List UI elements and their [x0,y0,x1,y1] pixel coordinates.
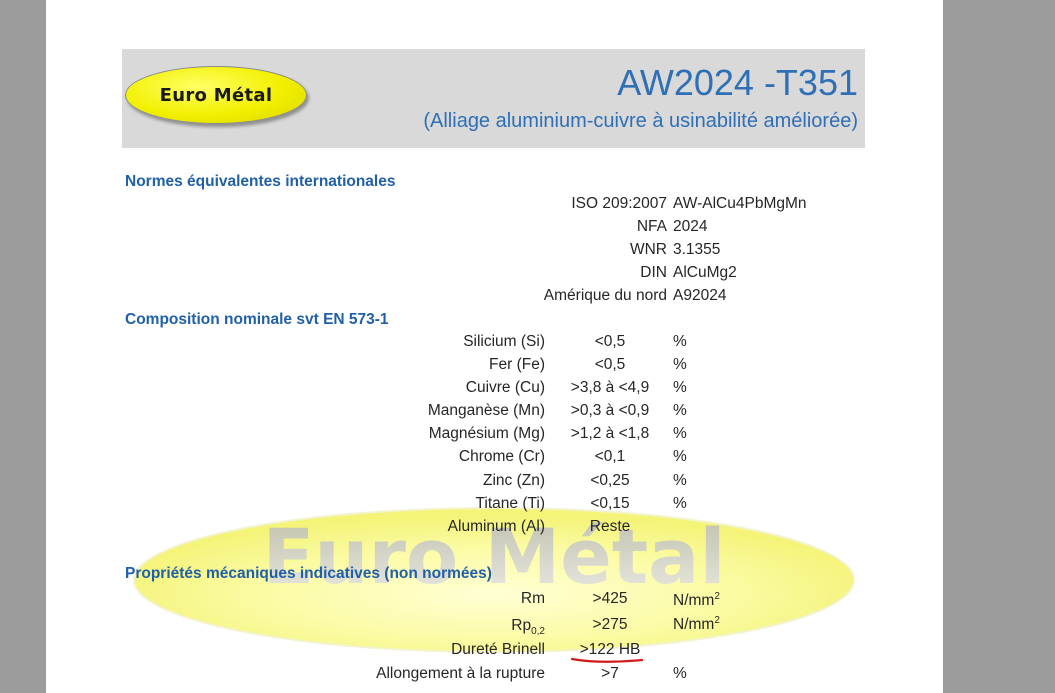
element-unit: % [673,356,687,373]
rm-unit-exponent: 2 [714,591,720,602]
rm-unit: N/mm2 [673,591,720,610]
norme-value: 2024 [673,218,708,235]
element-label: Silicium (Si) [463,333,545,350]
document-page: Euro Métal Euro Métal AW2024 -T351 (Alli… [46,0,943,693]
element-label: Fer (Fe) [489,356,545,373]
element-label: Magnésium (Mg) [428,425,545,442]
element-unit: % [673,402,687,419]
element-value: >1,2 à <1,8 [570,425,650,442]
norme-label: WNR [629,241,667,258]
norme-label: ISO 209:2007 [571,195,667,212]
element-label: Aluminum (Al) [447,518,545,535]
allongement-unit: % [673,665,687,682]
allongement-value: >7 [601,665,619,682]
element-value: <0,25 [590,472,630,489]
element-unit: % [673,495,687,512]
brinell-value: >122 HB [579,641,641,658]
rm-label: Rm [520,590,545,607]
heading-mecanique: Propriétés mécaniques indicatives (non n… [125,565,492,582]
element-unit: % [673,448,687,465]
norme-label: Amérique du nord [543,287,667,304]
rm-value: >425 [592,590,628,607]
element-unit: % [673,333,687,350]
euro-metal-logo: Euro Métal [125,66,307,124]
element-label: Manganèse (Mn) [427,402,545,419]
norme-value: 3.1355 [673,241,721,258]
element-label: Zinc (Zn) [483,472,545,489]
heading-normes: Normes équivalentes internationales [125,173,396,190]
norme-label: NFA [636,218,667,235]
element-unit: % [673,379,687,396]
element-value: <0,15 [590,495,630,512]
element-unit: % [673,472,687,489]
norme-value: A92024 [673,287,727,304]
rp-label-subscript: 0,2 [531,626,545,638]
logo-text: Euro Métal [159,84,273,106]
rp-value: >275 [592,616,628,633]
element-value: >3,8 à <4,9 [570,379,650,396]
header-band: Euro Métal AW2024 -T351 (Alliage alumini… [122,49,865,148]
element-label: Titane (Ti) [475,495,545,512]
element-value: >0,3 à <0,9 [570,402,650,419]
norme-value: AlCuMg2 [673,264,737,281]
element-unit: % [673,425,687,442]
element-value: <0,5 [594,333,626,350]
heading-composition: Composition nominale svt EN 573-1 [125,311,389,328]
brinell-label: Dureté Brinell [451,641,545,658]
page-title: AW2024 -T351 [617,62,858,103]
rp-unit: N/mm2 [673,615,720,634]
allongement-label: Allongement à la rupture [376,665,545,682]
element-value: Reste [589,518,631,535]
rp-label: Rp0,2 [511,617,545,638]
rp-unit-exponent: 2 [714,615,720,626]
norme-value: AW-AlCu4PbMgMn [673,195,807,212]
page-subtitle: (Alliage aluminium-cuivre à usinabilité … [423,110,858,132]
element-value: <0,1 [594,448,626,465]
element-label: Cuivre (Cu) [465,379,545,396]
element-label: Chrome (Cr) [458,448,545,465]
norme-label: DIN [640,264,667,281]
element-value: <0,5 [594,356,626,373]
